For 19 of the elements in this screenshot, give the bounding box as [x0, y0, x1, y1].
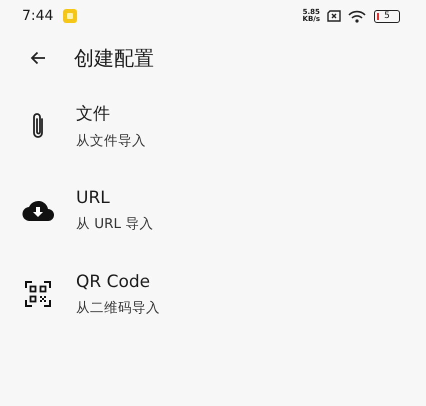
option-title: 文件: [76, 103, 111, 125]
no-sim-icon: [326, 10, 342, 22]
option-subtitle: 从 URL 导入: [76, 214, 154, 232]
option-subtitle: 从文件导入: [76, 132, 146, 150]
status-time: 7:44: [22, 8, 54, 24]
wifi-icon: [348, 10, 366, 22]
paperclip-icon: [31, 112, 45, 140]
import-option[interactable]: URL 从 URL 导入: [0, 168, 426, 252]
option-title: URL: [76, 188, 111, 208]
cloud-download-icon: [22, 199, 54, 221]
qr-code-icon: [25, 281, 51, 307]
notification-icon: [63, 9, 78, 23]
import-option[interactable]: QR Code 从二维码导入: [0, 252, 426, 336]
page-title: 创建配置: [74, 44, 154, 72]
back-arrow-icon[interactable]: [30, 51, 46, 65]
option-subtitle: 从二维码导入: [76, 298, 160, 316]
battery-level: 5: [384, 12, 390, 20]
option-title: QR Code: [76, 272, 152, 292]
import-option[interactable]: 文件 从文件导入: [0, 84, 426, 168]
